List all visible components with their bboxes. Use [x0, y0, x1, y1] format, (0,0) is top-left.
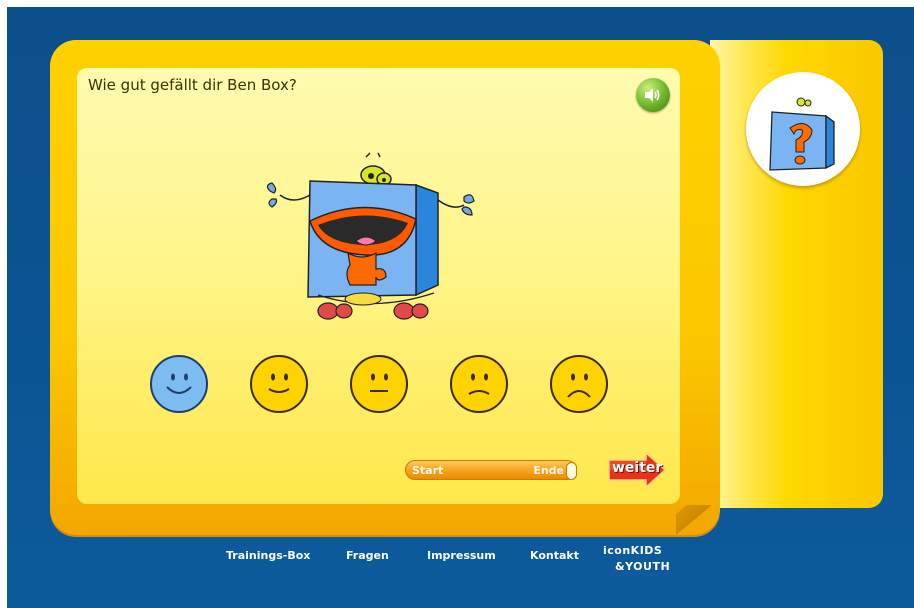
question-text: Wie gut gefällt dir Ben Box? [88, 76, 297, 94]
progress-bar: Start Ende [405, 460, 577, 480]
next-button[interactable]: weiter [608, 452, 666, 488]
logo-line1: iconKIDS [603, 544, 663, 557]
progress-end-label: Ende [533, 464, 564, 477]
iconkids-youth-logo[interactable]: iconKIDS &YOUTH [603, 544, 673, 578]
sound-button[interactable] [636, 78, 670, 112]
progress-knob [566, 462, 577, 480]
footer-link-fragen[interactable]: Fragen [346, 549, 389, 562]
ben-box-avatar [746, 72, 860, 186]
rating-neutral-face[interactable] [350, 355, 408, 413]
rating-very-bad-face[interactable] [550, 355, 608, 413]
footer-link-kontakt[interactable]: Kontakt [530, 549, 579, 562]
footer-link-impressum[interactable]: Impressum [427, 549, 496, 562]
rating-very-good-face[interactable] [150, 355, 208, 413]
rating-bad-face[interactable] [450, 355, 508, 413]
logo-line2: &YOUTH [615, 560, 671, 573]
footer-link-trainings-box[interactable]: Trainings-Box [226, 549, 310, 562]
next-button-label: weiter [612, 460, 663, 476]
ben-box-mascot [266, 152, 475, 320]
rating-good-face[interactable] [250, 355, 308, 413]
progress-start-label: Start [412, 464, 444, 477]
speaker-icon [645, 88, 660, 102]
